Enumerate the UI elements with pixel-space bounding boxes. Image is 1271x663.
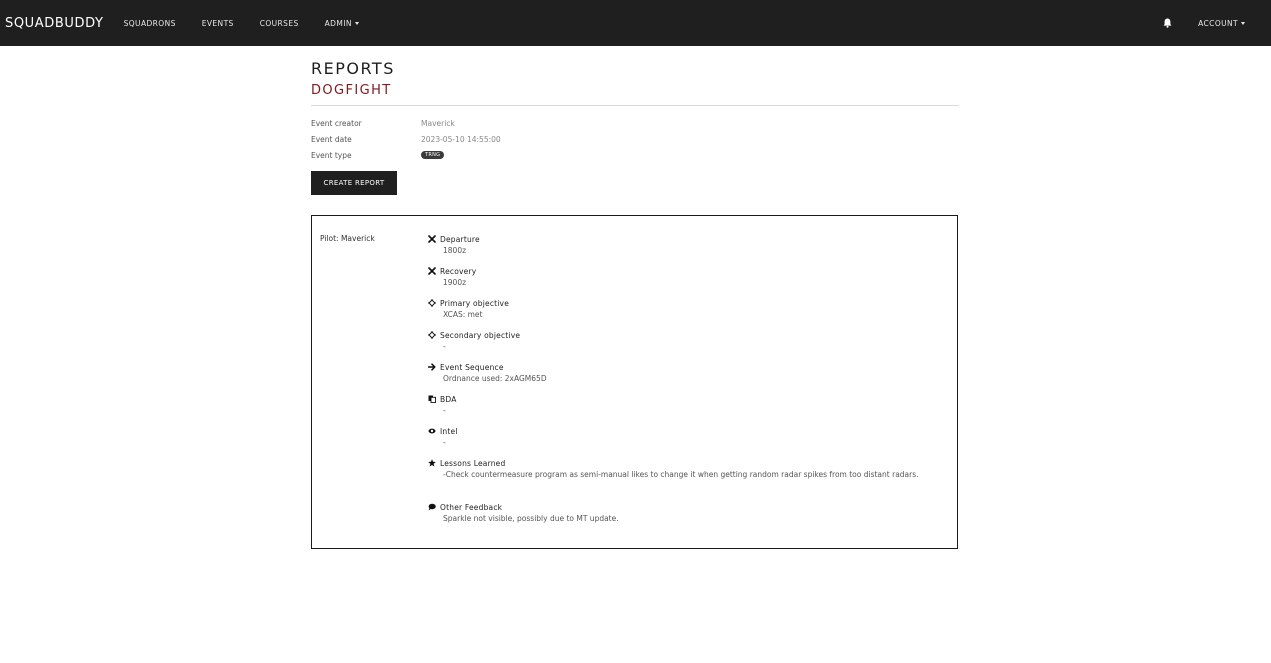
page-title: REPORTS	[311, 59, 395, 78]
field-secondary-objective: Secondary objective -	[428, 329, 948, 361]
meta-row-type: Event type TRNG	[311, 147, 501, 163]
field-bda: BDA -	[428, 393, 948, 425]
arrow-right-icon	[428, 363, 436, 371]
copy-icon	[428, 395, 436, 403]
field-value: XCAS: met	[443, 310, 483, 319]
event-type-badge: TRNG	[421, 151, 445, 159]
main-content: REPORTS DOGFIGHT Event creator Maverick …	[311, 56, 959, 195]
field-departure: Departure 1800z	[428, 233, 948, 265]
event-type-label: Event type	[311, 150, 352, 160]
nav-squadrons[interactable]: SQUADRONS	[124, 19, 176, 28]
comment-icon	[428, 503, 436, 511]
event-creator-label: Event creator	[311, 118, 362, 128]
field-event-sequence: Event Sequence Ordnance used: 2xAGM65D	[428, 361, 948, 393]
event-creator-value: Maverick	[421, 118, 455, 128]
report-card: Pilot: Maverick Departure 1800z Recovery…	[311, 215, 958, 549]
crosshairs-icon	[428, 331, 436, 339]
report-fields: Departure 1800z Recovery 1900z Primary o…	[428, 233, 948, 533]
field-value: -	[443, 406, 446, 415]
field-intel: Intel -	[428, 425, 948, 457]
nav-admin-dropdown[interactable]: ADMIN	[325, 19, 359, 28]
field-label: Other Feedback	[440, 502, 503, 512]
nav-courses[interactable]: COURSES	[260, 19, 299, 28]
field-primary-objective: Primary objective XCAS: met	[428, 297, 948, 329]
field-label: Recovery	[440, 266, 477, 276]
field-label: BDA	[440, 394, 457, 404]
event-date-value: 2023-05-10 14:55:00	[421, 134, 501, 144]
create-report-button[interactable]: CREATE REPORT	[311, 171, 397, 195]
chevron-down-icon	[1241, 22, 1245, 25]
field-value: 1800z	[443, 246, 467, 255]
star-icon	[428, 459, 436, 467]
bell-icon[interactable]	[1163, 18, 1173, 28]
nav-admin-label: ADMIN	[324, 18, 352, 28]
page-subtitle: DOGFIGHT	[311, 83, 392, 98]
field-value: -	[443, 342, 446, 351]
plane-landing-icon	[428, 267, 436, 275]
plane-icon	[428, 235, 436, 243]
meta-row-date: Event date 2023-05-10 14:55:00	[311, 131, 501, 147]
crosshairs-icon	[428, 299, 436, 307]
field-value: Sparkle not visible, possibly due to MT …	[443, 514, 619, 523]
event-date-label: Event date	[311, 134, 352, 144]
eye-icon	[428, 427, 436, 435]
account-dropdown[interactable]: ACCOUNT	[1198, 19, 1245, 28]
field-label: Event Sequence	[440, 362, 504, 372]
field-label: Departure	[440, 234, 480, 244]
chevron-down-icon	[354, 22, 359, 25]
top-navbar: SQUADBUDDY SQUADRONS EVENTS COURSES ADMI…	[0, 0, 1271, 46]
brand-logo[interactable]: SQUADBUDDY	[5, 16, 104, 31]
event-meta: Event creator Maverick Event date 2023-0…	[311, 115, 501, 163]
nav-right: ACCOUNT	[1163, 0, 1245, 46]
field-label: Lessons Learned	[440, 458, 506, 468]
field-label: Secondary objective	[440, 330, 521, 340]
field-value: -Check countermeasure program as semi-ma…	[443, 470, 919, 479]
field-value: 1900z	[443, 278, 467, 287]
nav-events[interactable]: EVENTS	[202, 19, 234, 28]
account-label: ACCOUNT	[1198, 18, 1238, 28]
header-divider	[311, 105, 959, 106]
field-value: -	[443, 438, 446, 447]
field-label: Intel	[440, 426, 458, 436]
field-other-feedback: Other Feedback Sparkle not visible, poss…	[428, 501, 948, 533]
field-recovery: Recovery 1900z	[428, 265, 948, 297]
meta-row-creator: Event creator Maverick	[311, 115, 501, 131]
field-label: Primary objective	[440, 298, 510, 308]
field-lessons-learned: Lessons Learned -Check countermeasure pr…	[428, 457, 948, 501]
pilot-name: Pilot: Maverick	[320, 234, 375, 243]
field-value: Ordnance used: 2xAGM65D	[443, 374, 547, 383]
